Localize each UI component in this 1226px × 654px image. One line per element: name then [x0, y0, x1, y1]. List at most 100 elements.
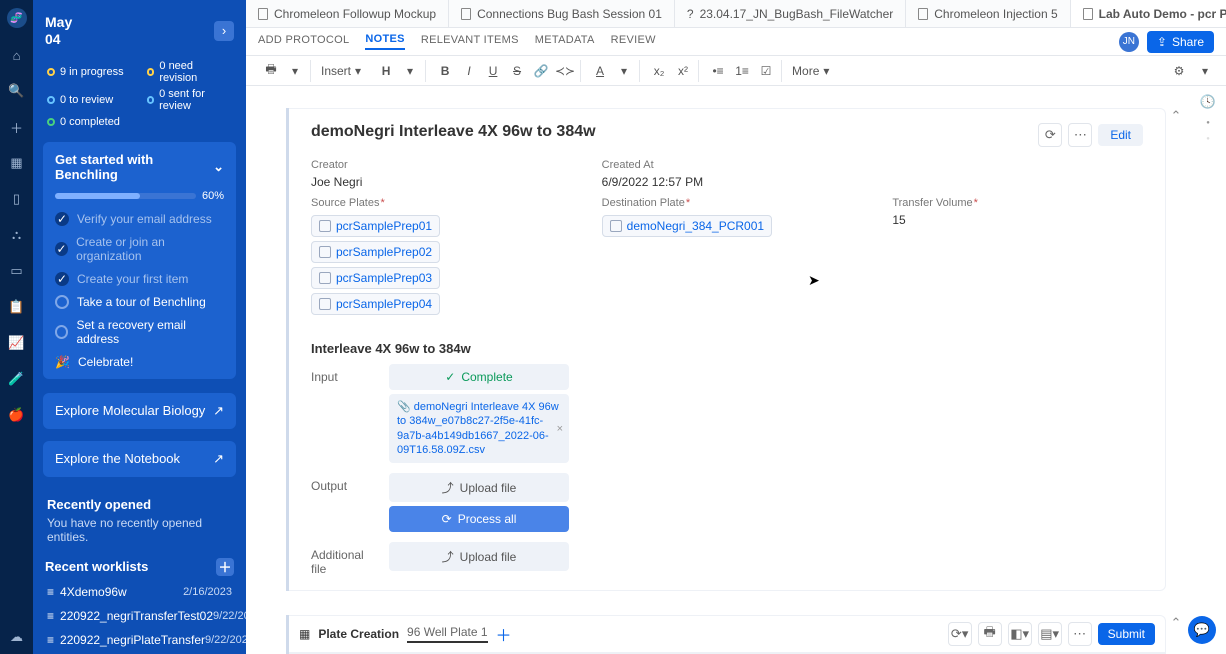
edit-button[interactable]: Edit: [1098, 124, 1143, 146]
dot-icon: [47, 68, 55, 76]
check-list-icon[interactable]: ☑: [755, 60, 777, 82]
benchling-logo[interactable]: 🧬: [7, 8, 27, 28]
chevron-down-icon[interactable]: ▾: [399, 60, 421, 82]
clock-icon[interactable]: 🕓: [1200, 94, 1216, 110]
collapse-icon[interactable]: ⌃: [1166, 613, 1186, 633]
document-tab[interactable]: Chromeleon Followup Mockup: [246, 0, 449, 27]
collapse-icon[interactable]: ⌃: [1166, 106, 1186, 126]
dest-plate-chip[interactable]: demoNegri_384_PCR001: [602, 215, 772, 237]
clipboard-icon[interactable]: 📋: [8, 298, 26, 316]
submit-button[interactable]: Submit: [1098, 623, 1155, 645]
source-plate-chip[interactable]: pcrSamplePrep02: [311, 241, 440, 263]
worklists-section: Recent worklists ＋ ≡4Xdemo96w2/16/2023≡2…: [33, 544, 246, 654]
textcolor-icon[interactable]: A: [589, 60, 611, 82]
insert-menu[interactable]: Insert ▾: [315, 64, 367, 78]
explore-molecular-button[interactable]: Explore Molecular Biology ↗: [43, 393, 236, 429]
italic-icon[interactable]: I: [458, 60, 480, 82]
search-icon[interactable]: 🔍: [8, 82, 26, 100]
subnav-item[interactable]: NOTES: [365, 33, 404, 50]
refresh-icon[interactable]: ⟳: [1038, 123, 1062, 147]
home-icon[interactable]: ⌂: [8, 46, 26, 64]
upload-additional-button[interactable]: ⤴Upload file: [389, 542, 569, 571]
document-tab[interactable]: Chromeleon Injection 5: [906, 0, 1070, 27]
onboard-task[interactable]: ✓Verify your email address: [55, 212, 224, 226]
remove-file-icon[interactable]: ×: [557, 421, 563, 435]
chevron-right-icon[interactable]: ›: [214, 21, 234, 41]
heading-icon[interactable]: H: [375, 60, 397, 82]
subnav-item[interactable]: METADATA: [535, 34, 595, 49]
onboard-task[interactable]: Set a recovery email address: [55, 318, 224, 346]
chat-fab[interactable]: 💬: [1188, 616, 1216, 644]
source-plate-chip[interactable]: pcrSamplePrep01: [311, 215, 440, 237]
cloud-icon[interactable]: ☁: [8, 628, 26, 646]
superscript-icon[interactable]: x²: [672, 60, 694, 82]
underline-icon[interactable]: U: [482, 60, 504, 82]
inventory-icon[interactable]: ▯: [8, 190, 26, 208]
user-avatar[interactable]: JN: [1119, 32, 1139, 52]
gear-icon[interactable]: ⚙: [1168, 60, 1190, 82]
bullet-list-icon[interactable]: •≡: [707, 60, 729, 82]
document-tab[interactable]: Lab Auto Demo - pcr Prep×: [1071, 0, 1226, 27]
number-list-icon[interactable]: 1≡: [731, 60, 753, 82]
strike-icon[interactable]: S: [506, 60, 528, 82]
doc-icon: [258, 8, 268, 20]
print-icon[interactable]: 🖶: [260, 60, 282, 82]
more-icon[interactable]: ⋯: [1068, 622, 1092, 646]
subscript-icon[interactable]: x₂: [648, 60, 670, 82]
input-label: Input: [311, 364, 381, 384]
file-name: demoNegri Interleave 4X 96w to 384w_e07b…: [397, 401, 559, 456]
chevron-down-icon[interactable]: ⌄: [213, 159, 224, 175]
add-worklist-button[interactable]: ＋: [216, 558, 234, 576]
chevron-down-icon[interactable]: ▾: [613, 60, 635, 82]
print-icon[interactable]: 🖶: [978, 622, 1002, 646]
onboard-task[interactable]: Take a tour of Benchling: [55, 295, 224, 309]
onboard-task[interactable]: ✓Create or join an organization: [55, 235, 224, 263]
apps-icon[interactable]: ▦: [8, 154, 26, 172]
subnav-item[interactable]: ADD PROTOCOL: [258, 34, 349, 49]
code-icon[interactable]: ≺≻: [554, 60, 576, 82]
worklist-item[interactable]: ≡4Xdemo96w2/16/2023: [33, 580, 246, 604]
stat-completed[interactable]: 0 completed: [60, 116, 120, 128]
dot-icon[interactable]: ●: [1206, 136, 1210, 142]
source-plate-chip[interactable]: pcrSamplePrep04: [311, 293, 440, 315]
bold-icon[interactable]: B: [434, 60, 456, 82]
team-icon[interactable]: ⛬: [8, 226, 26, 244]
input-file-chip[interactable]: 📎 demoNegri Interleave 4X 96w to 384w_e0…: [389, 394, 569, 463]
explore-notebook-button[interactable]: Explore the Notebook ↗: [43, 441, 236, 477]
stat-needreview[interactable]: 0 need revision: [159, 60, 232, 84]
source-plate-chip[interactable]: pcrSamplePrep03: [311, 267, 440, 289]
tab-label: Chromeleon Followup Mockup: [274, 7, 436, 21]
refresh-icon[interactable]: ⟳▾: [948, 622, 972, 646]
dot-icon[interactable]: ●: [1206, 120, 1210, 126]
flask-icon[interactable]: 🧪: [8, 370, 26, 388]
subnav-item[interactable]: RELEVANT ITEMS: [421, 34, 519, 49]
apple-icon[interactable]: 🍎: [8, 406, 26, 424]
subnav-item[interactable]: REVIEW: [611, 34, 656, 49]
add-tab-button[interactable]: ＋: [496, 622, 512, 646]
columns-icon[interactable]: ▤▾: [1038, 622, 1062, 646]
plus-icon[interactable]: ＋: [8, 118, 26, 136]
worklist-item[interactable]: ≡220922_negriPlateTransfer9/22/2022: [33, 628, 246, 652]
document-tab[interactable]: Connections Bug Bash Session 01: [449, 0, 675, 27]
share-button[interactable]: ⇪ Share: [1147, 31, 1214, 53]
plate-icon: [319, 272, 331, 284]
document-body[interactable]: ⌃ demoNegri Interleave 4X 96w to 384w ⟳ …: [246, 86, 1226, 654]
process-all-button[interactable]: ⟳Process all: [389, 506, 569, 532]
onboard-task[interactable]: ✓Create your first item: [55, 272, 224, 286]
worklist-item[interactable]: ≡220922_negriTransferTest029/22/2022: [33, 604, 246, 628]
more-icon[interactable]: ⋯: [1068, 123, 1092, 147]
status-stats: 9 in progress 0 need revision 0 to revie…: [33, 54, 246, 134]
stat-toreview[interactable]: 0 to review: [60, 94, 113, 106]
calendar-icon[interactable]: ▭: [8, 262, 26, 280]
stat-inprogress[interactable]: 9 in progress: [60, 66, 124, 78]
link-icon[interactable]: 🔗: [530, 60, 552, 82]
analytics-icon[interactable]: 📈: [8, 334, 26, 352]
table-tab[interactable]: 96 Well Plate 1: [407, 625, 488, 643]
export-icon[interactable]: ◧▾: [1008, 622, 1032, 646]
chevron-down-icon[interactable]: ▾: [284, 60, 306, 82]
more-menu[interactable]: More ▾: [786, 64, 835, 78]
chevron-down-icon[interactable]: ▾: [1194, 60, 1216, 82]
document-tab[interactable]: ?23.04.17_JN_BugBash_FileWatcher: [675, 0, 906, 27]
stat-sent[interactable]: 0 sent for review: [159, 88, 232, 112]
upload-output-button[interactable]: ⤴Upload file: [389, 473, 569, 502]
